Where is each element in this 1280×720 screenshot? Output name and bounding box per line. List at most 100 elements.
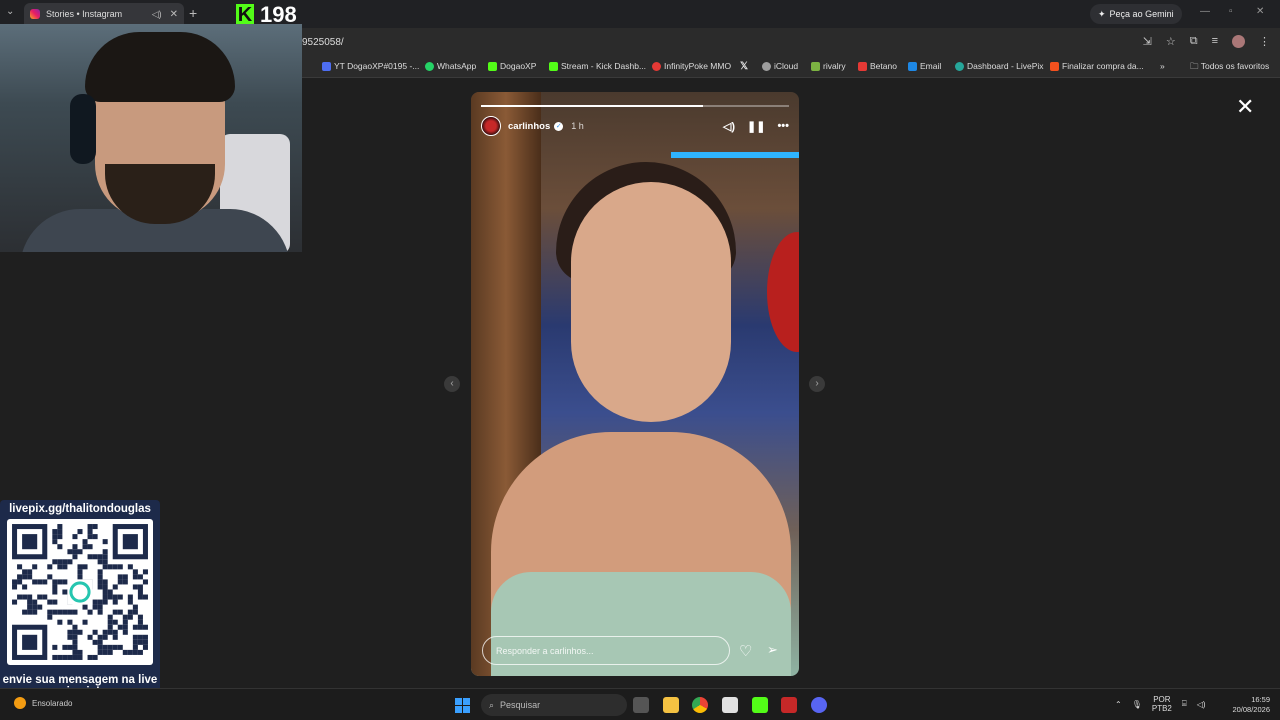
all-bookmarks[interactable]: 🗀 Todos os favoritos: [1190, 61, 1269, 75]
send-icon[interactable]: ➢: [767, 642, 778, 658]
chevron-up-icon[interactable]: ⌃: [1115, 700, 1122, 709]
bookmark-item[interactable]: InfinityPoke MMO: [652, 61, 731, 71]
taskbar-search[interactable]: ⌕ Pesquisar: [481, 694, 627, 716]
bookmark-item[interactable]: YT DogaoXP#0195 -...: [322, 61, 419, 71]
story-prev-button[interactable]: ‹: [444, 376, 460, 392]
story-progress-bar: [481, 105, 789, 107]
window-close-icon[interactable]: ✕: [1256, 6, 1264, 17]
kick-icon: [488, 61, 497, 71]
x-logo-icon: 𝕏: [740, 61, 749, 72]
bookmark-item[interactable]: Betano: [858, 61, 897, 71]
tab-instagram-stories[interactable]: Stories • Instagram ◁) ✕: [24, 3, 184, 25]
tab-search-icon[interactable]: ⌄: [6, 6, 14, 17]
reply-placeholder: Responder a carlinhos...: [496, 645, 594, 656]
kick-icon: [549, 61, 558, 71]
task-view-icon[interactable]: [633, 697, 649, 713]
bookmark-label: Finalizar compra da...: [1062, 61, 1144, 71]
taskbar-clock[interactable]: 16:59 20/08/2026: [1222, 695, 1270, 715]
story-next-button[interactable]: ›: [809, 376, 825, 392]
bookmark-item[interactable]: Finalizar compra da...: [1050, 61, 1144, 71]
more-icon[interactable]: •••: [777, 120, 789, 133]
shop-icon: [1050, 61, 1059, 71]
kick-app-icon[interactable]: [752, 697, 768, 713]
windows-icon[interactable]: [455, 698, 470, 713]
search-icon: ⌕: [489, 699, 495, 710]
webcam-overlay: [0, 24, 302, 252]
heart-icon[interactable]: ♡: [739, 642, 752, 660]
install-app-icon[interactable]: ⇲: [1143, 35, 1152, 48]
story-username[interactable]: carlinhos: [508, 121, 550, 132]
bookmark-item[interactable]: Email: [908, 61, 941, 71]
livepix-qr-overlay: livepix.gg/thalitondouglas envie sua men…: [0, 500, 160, 702]
story-progress-fill: [481, 105, 703, 107]
file-explorer-icon[interactable]: [663, 697, 679, 713]
weather-label: Ensolarado: [32, 698, 73, 708]
livepix-icon: [955, 61, 964, 71]
new-tab-plus-icon[interactable]: +: [189, 5, 197, 21]
profile-avatar[interactable]: [1232, 35, 1245, 48]
bookmark-label: iCloud: [774, 61, 799, 71]
story-image-face: [571, 182, 731, 422]
pause-icon[interactable]: ❚❚: [747, 120, 765, 133]
story-header: carlinhos ✓ 1 h ◁) ❚❚ •••: [481, 116, 789, 136]
bookmark-label: Betano: [870, 61, 897, 71]
extensions-icon[interactable]: ⧉: [1190, 35, 1198, 48]
bookmark-label: YT DogaoXP#0195 -...: [334, 61, 420, 71]
discord-icon[interactable]: [811, 697, 827, 713]
story-reply-input[interactable]: Responder a carlinhos...: [482, 636, 730, 665]
address-bar-actions: ⇲ ☆ ⧉ ≡ ⋮: [1143, 35, 1270, 48]
livepix-url: livepix.gg/thalitondouglas: [9, 503, 151, 515]
story-time: 1 h: [571, 121, 584, 131]
obs-icon[interactable]: [781, 697, 797, 713]
language-indicator[interactable]: POR PTB2: [1152, 695, 1172, 713]
story-avatar[interactable]: [481, 116, 501, 136]
close-tab-icon[interactable]: ✕: [170, 9, 178, 20]
rivalry-icon: [811, 61, 820, 71]
bookmark-label: Email: [920, 61, 942, 71]
whatsapp-icon: [425, 61, 434, 71]
weather-widget[interactable]: Ensolarado: [14, 697, 72, 709]
bookmark-item[interactable]: Dashboard - LivePix: [955, 61, 1044, 71]
chrome-icon[interactable]: [692, 697, 708, 713]
qr-code: [7, 519, 153, 665]
url-text[interactable]: 9525058/: [302, 37, 344, 48]
bookmarks-overflow-icon[interactable]: »: [1160, 61, 1165, 71]
volume-icon[interactable]: ◁): [1197, 700, 1206, 709]
bookmark-label: WhatsApp: [437, 61, 477, 71]
story-close-button[interactable]: ✕: [1236, 94, 1254, 120]
bookmark-label: InfinityPoke MMO: [664, 61, 732, 71]
bookmark-star-icon[interactable]: ☆: [1166, 35, 1176, 48]
bookmark-item[interactable]: Stream - Kick Dashb...: [549, 61, 646, 71]
search-placeholder: Pesquisar: [500, 700, 541, 710]
lang-bottom: PTB2: [1151, 704, 1172, 713]
gemini-sparkle-icon: ✦: [1098, 8, 1106, 19]
story-image-light: [671, 152, 799, 158]
minimize-icon[interactable]: —: [1200, 6, 1210, 17]
bookmark-item[interactable]: rivalry: [811, 61, 846, 71]
verified-badge-icon: ✓: [554, 121, 564, 131]
email-icon: [908, 61, 917, 71]
mute-icon[interactable]: ◁): [723, 120, 735, 133]
maximize-icon[interactable]: ▫: [1229, 6, 1233, 17]
network-icon[interactable]: ⌸: [1182, 699, 1187, 709]
bookmark-item[interactable]: WhatsApp: [425, 61, 476, 71]
bookmark-label: Stream - Kick Dashb...: [561, 61, 647, 71]
speaker-icon[interactable]: ◁): [152, 9, 162, 20]
betano-icon: [858, 61, 867, 71]
media-control-icon[interactable]: ≡: [1212, 35, 1218, 48]
clock-time: 16:59: [1251, 695, 1270, 704]
bookmark-label: Dashboard - LivePix: [967, 61, 1044, 71]
browser-menu-icon[interactable]: ⋮: [1259, 35, 1270, 48]
story-viewer[interactable]: carlinhos ✓ 1 h ◁) ❚❚ ••• Responder a ca…: [471, 92, 799, 676]
bookmark-item[interactable]: iCloud: [762, 61, 798, 71]
app-icon[interactable]: [722, 697, 738, 713]
clock-date: 20/08/2026: [1232, 705, 1270, 714]
bookmark-item[interactable]: DogaoXP: [488, 61, 536, 71]
pokeball-icon: [652, 61, 661, 71]
system-tray: ⌃ 🎙 POR PTB2 ⌸ ◁): [1115, 695, 1206, 713]
microphone-icon[interactable]: 🎙: [1132, 700, 1142, 709]
bookmark-item-x[interactable]: 𝕏: [740, 61, 748, 72]
lang-top: POR: [1153, 695, 1171, 704]
gemini-button[interactable]: ✦ Peça ao Gemini: [1090, 4, 1182, 24]
all-bookmarks-label: Todos os favoritos: [1200, 61, 1270, 71]
